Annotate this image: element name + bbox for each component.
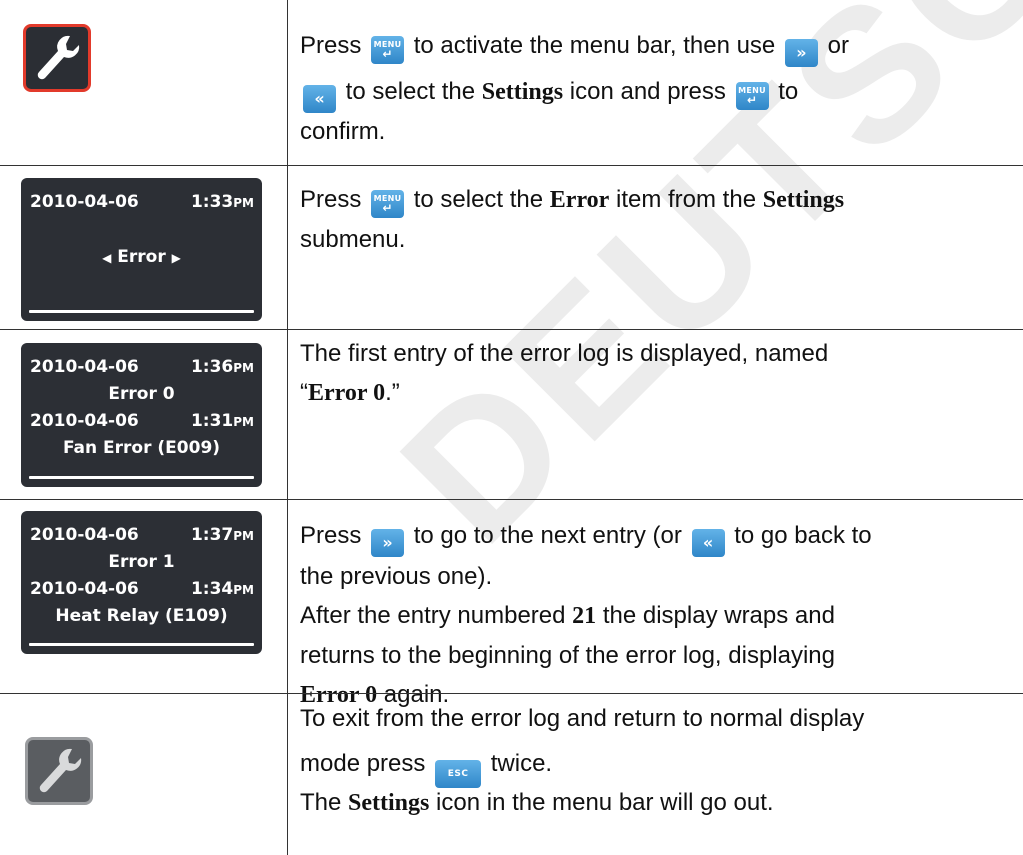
text-line: the previous one).: [300, 563, 493, 590]
instruction-row-2: 2010-04-06 1:33PM ◀ Error ▶ Press MENU ↵ t…: [0, 166, 1023, 329]
next-key-icon: »: [371, 529, 405, 557]
text: icon and press: [569, 78, 726, 105]
text-line: Press » to go to the next entry (or « to…: [300, 516, 1015, 557]
arrow-right-icon: ▶: [171, 251, 181, 265]
text: to activate the menu bar, then use: [413, 32, 776, 59]
instruction-text: The first entry of the error log is disp…: [300, 334, 1015, 413]
lcd-line: 2010-04-06 1:31PM: [30, 411, 254, 431]
row-divider: [0, 693, 1023, 694]
arrow-left-icon: ◀: [102, 251, 112, 265]
instruction-text: To exit from the error log and return to…: [300, 700, 1015, 818]
column-divider: [287, 0, 288, 855]
instruction-text: Press MENU ↵ to select the Error item fro…: [300, 180, 1015, 259]
text: Press: [300, 32, 362, 59]
lcd-error-code: Fan Error (E009): [62, 438, 221, 458]
prev-key-icon: «: [303, 85, 336, 113]
lcd-bar: [29, 310, 254, 313]
text-line: The first entry of the error log is disp…: [300, 340, 829, 367]
text: to select the: [345, 78, 476, 105]
lcd-line: 2010-04-06 1:37PM: [30, 525, 254, 545]
lcd-entry-name: Error 1: [108, 552, 175, 572]
row-divider: [0, 499, 1023, 500]
text-line: « to select the Settings icon and press …: [300, 69, 1015, 115]
instruction-row-3: 2010-04-06 1:36PM Error 0 2010-04-06 1:31P…: [0, 330, 1023, 499]
lcd-display: 2010-04-06 1:33PM ◀ Error ▶: [21, 178, 262, 321]
text-line: To exit from the error log and return to…: [300, 705, 865, 732]
error-term: Error: [549, 187, 610, 213]
lcd-time: 1:33PM: [190, 192, 254, 212]
instruction-text: Press » to go to the next entry (or « to…: [300, 516, 1015, 715]
esc-key-icon: ESC: [435, 760, 482, 788]
menu-key-icon: MENU ↵: [735, 82, 769, 110]
text: or: [827, 32, 849, 59]
lcd-bar: [29, 476, 254, 479]
settings-term: Settings: [762, 187, 845, 213]
menu-key-icon: MENU ↵: [371, 36, 405, 64]
settings-term: Settings: [348, 790, 430, 816]
entry-number: 21: [572, 603, 597, 629]
wrench-icon-active: [23, 24, 91, 92]
lcd-error-code: Heat Relay (E109): [55, 606, 228, 626]
text-line: submenu.: [300, 226, 406, 253]
instruction-text: Press MENU ↵ to activate the menu bar, th…: [300, 23, 1015, 149]
row-divider: [0, 329, 1023, 330]
settings-term: Settings: [481, 79, 564, 105]
text-line: Press MENU ↵ to select the Error item fro…: [300, 180, 1015, 220]
error-term: Error 0: [308, 380, 386, 406]
lcd-menu-item: ◀ Error ▶: [102, 247, 181, 267]
lcd-date: 2010-04-06: [30, 192, 139, 212]
lcd-bar: [29, 643, 254, 646]
text-line: After the entry numbered 21 the display …: [300, 602, 835, 629]
text-line: Press MENU ↵ to activate the menu bar, th…: [300, 23, 1015, 69]
next-key-icon: »: [784, 39, 818, 67]
lcd-display: 2010-04-06 1:36PM Error 0 2010-04-06 1:31P…: [21, 343, 262, 487]
wrench-icon-inactive: [25, 737, 93, 805]
row-divider: [0, 165, 1023, 166]
text: to: [778, 78, 799, 105]
text-line: mode press ESC twice.: [300, 742, 1015, 788]
lcd-line: 2010-04-06 1:33PM: [30, 191, 254, 213]
icon-cell: [0, 0, 287, 165]
lcd-line: 2010-04-06 1:34PM: [30, 579, 254, 599]
text-line: “Error 0.”: [300, 379, 400, 406]
menu-key-icon: MENU ↵: [371, 190, 405, 218]
instruction-row-1: Press MENU ↵ to activate the menu bar, th…: [0, 0, 1023, 165]
text-line: returns to the beginning of the error lo…: [300, 642, 835, 669]
instruction-row-5: To exit from the error log and return to…: [0, 694, 1023, 855]
icon-cell: [0, 694, 287, 855]
instruction-row-4: 2010-04-06 1:37PM Error 1 2010-04-06 1:34P…: [0, 500, 1023, 708]
lcd-line: 2010-04-06 1:36PM: [30, 357, 254, 377]
prev-key-icon: «: [691, 529, 725, 557]
text-line: confirm.: [300, 118, 386, 145]
text-line: The Settings icon in the menu bar will g…: [300, 789, 774, 816]
lcd-entry-name: Error 0: [108, 384, 175, 404]
lcd-display: 2010-04-06 1:37PM Error 1 2010-04-06 1:34P…: [21, 511, 262, 654]
